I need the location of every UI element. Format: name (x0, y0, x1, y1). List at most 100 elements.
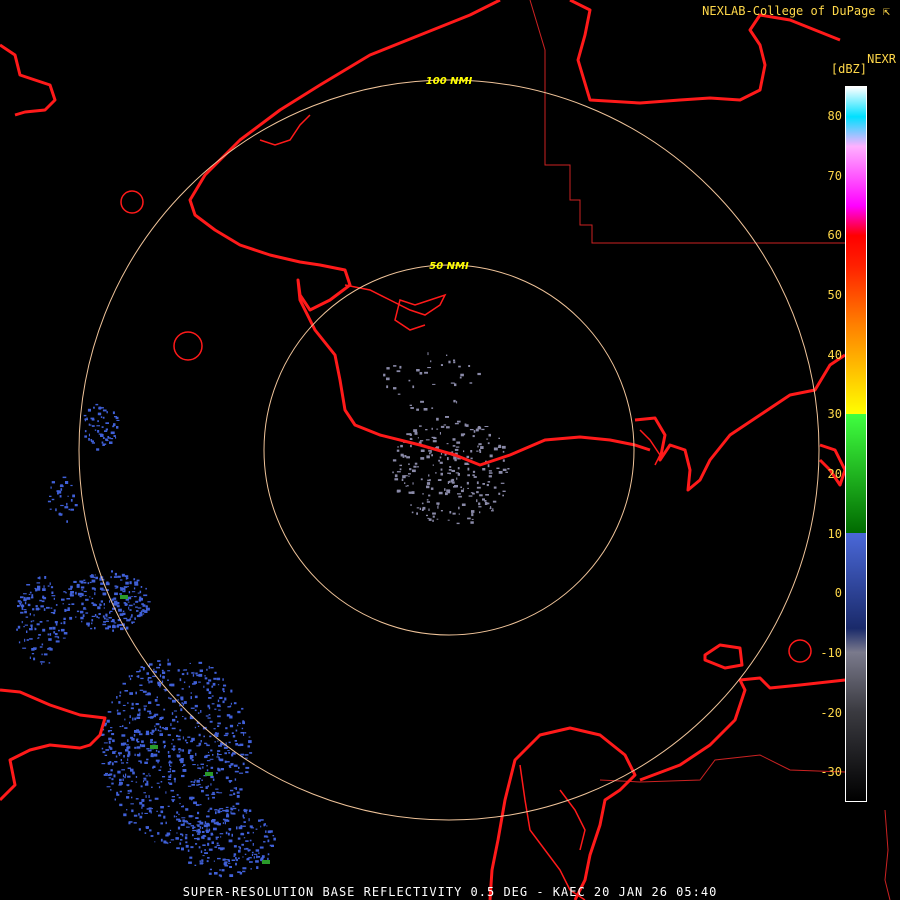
echo-pixel (36, 588, 41, 591)
echo-pixel (211, 685, 214, 688)
echo-pixel (41, 653, 43, 656)
echo-pixel (109, 746, 112, 749)
echo-pixel (233, 764, 238, 767)
echo-pixel (136, 579, 140, 582)
echo-pixel (118, 754, 121, 756)
echo-pixel (211, 793, 216, 795)
echo-pixel (165, 791, 167, 794)
echo-pixel (180, 696, 184, 700)
scale-tick: 10 (827, 526, 842, 541)
echo-pixel (416, 512, 418, 515)
echo-pixel (223, 684, 227, 687)
echo-pixel (102, 615, 105, 618)
echo-pixel (202, 862, 204, 864)
echo-pixel (199, 804, 202, 806)
echo-pixel (154, 841, 156, 843)
echo-pixel (456, 441, 461, 444)
echo-pixel (393, 365, 397, 367)
echo-pixel (189, 662, 191, 664)
echo-pixel (168, 761, 173, 764)
echo-pixel (260, 819, 264, 821)
echo-pixel (87, 624, 90, 627)
echo-pixel (218, 754, 222, 755)
echo-pixel (211, 695, 214, 697)
echo-pixel (436, 502, 440, 505)
echo-pixel (143, 792, 146, 794)
echo-pixel (190, 740, 193, 743)
echo-pixel (207, 797, 210, 800)
echo-pixel (158, 814, 161, 817)
echo-pixel (198, 733, 201, 737)
echo-pixel (84, 435, 87, 438)
echo-pixel (505, 471, 508, 473)
echo-pixel (177, 699, 179, 701)
echo-pixel (436, 428, 439, 430)
echo-pixel (216, 791, 219, 794)
echo-pixel (135, 606, 138, 608)
echo-pixel (478, 502, 481, 506)
echo-pixel (199, 821, 204, 825)
echo-pixel (155, 727, 157, 731)
corner-arrow-icon[interactable]: ⇱ (883, 4, 890, 18)
echo-pixel (171, 727, 176, 730)
echo-pixel (61, 598, 65, 601)
echo-pixel (95, 576, 98, 580)
echo-pixel (144, 783, 149, 786)
echo-pixel (240, 753, 245, 756)
echo-pixel (428, 508, 430, 511)
echo-pixel (267, 839, 270, 843)
echo-pixel (76, 610, 80, 613)
echo-pixel (170, 723, 172, 726)
echo-pixel (247, 857, 249, 861)
echo-pixel (107, 711, 112, 713)
echo-pixel (209, 868, 212, 871)
echo-pixel (142, 604, 146, 607)
echo-pixel (60, 504, 64, 507)
echo-pixel (149, 712, 152, 715)
echo-pixel (235, 787, 237, 790)
echo-pixel (502, 490, 506, 492)
echo-pixel (216, 677, 221, 681)
echo-pixel (463, 433, 466, 436)
echo-pixel (212, 796, 215, 799)
echo-pixel (207, 754, 210, 757)
echo-pixel (162, 671, 166, 674)
echo-pixel (139, 612, 143, 615)
echo-pixel (94, 627, 96, 630)
echo-pixel (214, 671, 217, 674)
echo-pixel (498, 471, 503, 474)
echo-pixel (488, 470, 492, 472)
echo-pixel (212, 778, 215, 781)
echo-pixel (108, 777, 111, 779)
echo-pixel (147, 677, 152, 679)
echo-pixel (231, 833, 233, 837)
echo-pixel (176, 754, 178, 757)
echo-pixel (408, 379, 411, 382)
echo-pixel (186, 826, 190, 828)
echo-pixel (169, 829, 172, 831)
echo-pixel (29, 656, 31, 659)
echo-pixel (59, 485, 64, 488)
echo-pixel (477, 426, 482, 430)
echo-pixel (129, 609, 132, 611)
echo-pixel (152, 766, 154, 769)
echo-pixel (109, 761, 112, 764)
echo-pixel (185, 844, 189, 848)
echo-pixel (114, 572, 117, 576)
echo-pixel (21, 603, 23, 606)
echo-pixel (172, 770, 176, 773)
echo-pixel (55, 604, 58, 606)
echo-pixel (103, 592, 106, 596)
echo-pixel (440, 453, 443, 455)
echo-pixel (239, 788, 243, 791)
echo-pixel (205, 786, 208, 789)
echo-pixel (125, 626, 129, 630)
echo-pixel (115, 755, 118, 758)
echo-pixel (255, 849, 260, 852)
echo-pixel (171, 796, 175, 798)
echo-pixel (416, 408, 419, 411)
echo-pixel (103, 607, 105, 609)
echo-pixel (160, 781, 163, 783)
echo-pixel (269, 844, 274, 847)
echo-pixel (245, 771, 249, 774)
